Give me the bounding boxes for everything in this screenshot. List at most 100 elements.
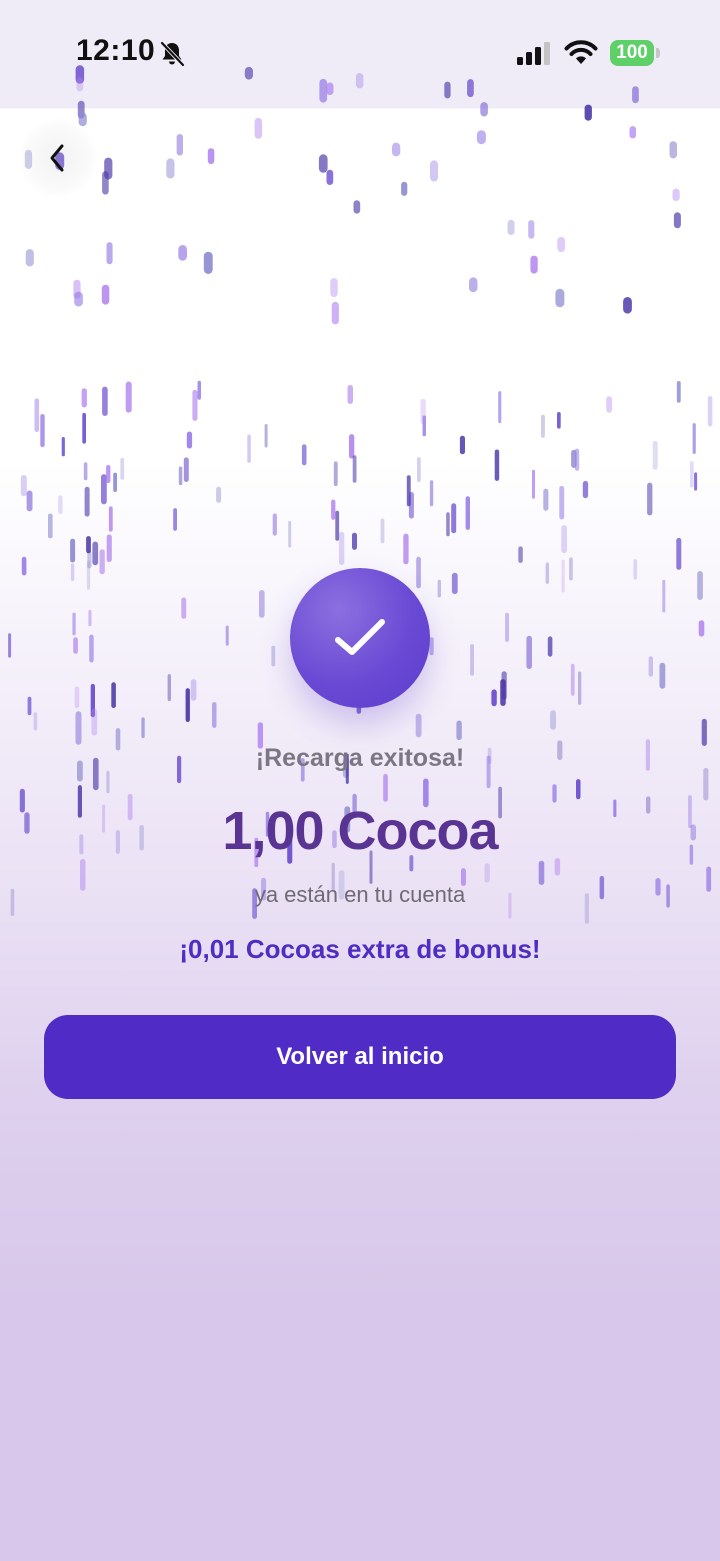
confetti-streak: [582, 480, 589, 499]
confetti-streak: [331, 301, 339, 325]
confetti-streak: [20, 475, 27, 497]
confetti-streak: [498, 391, 502, 424]
confetti-streak: [185, 688, 190, 722]
success-title: ¡Recarga exitosa!: [255, 744, 465, 772]
confetti-streak: [415, 713, 422, 738]
confetti-streak: [557, 236, 566, 253]
confetti-streak: [429, 480, 434, 507]
confetti-streak: [469, 277, 478, 293]
confetti-streak: [102, 171, 109, 195]
bell-slash-icon: [160, 41, 185, 67]
confetti-streak: [401, 181, 408, 196]
confetti-streak: [61, 437, 65, 457]
confetti-streak: [406, 475, 411, 507]
confetti-streak: [197, 380, 201, 400]
confetti-streak: [72, 612, 76, 636]
confetti-streak: [272, 513, 277, 536]
confetti-streak: [34, 398, 40, 433]
confetti-streak: [288, 520, 292, 548]
confetti-streak: [27, 696, 32, 716]
confetti-streak: [183, 457, 189, 482]
success-subtitle: ya están en tu cuenta: [254, 882, 466, 907]
back-button[interactable]: [18, 118, 98, 198]
confetti-streak: [420, 398, 426, 425]
confetti-streak: [383, 774, 388, 802]
confetti-streak: [48, 513, 53, 539]
confetti-streak: [417, 457, 421, 482]
confetti-streak: [550, 710, 556, 730]
recharge-amount: 1,00 Cocoa: [222, 801, 498, 861]
confetti-streak: [247, 434, 251, 463]
confetti-streak: [532, 469, 535, 499]
confetti-streak: [437, 579, 441, 598]
confetti-streak: [301, 444, 307, 466]
confetti-streak: [698, 620, 705, 637]
confetti-streak: [543, 488, 549, 511]
confetti-streak: [92, 541, 99, 566]
confetti-streak: [662, 579, 666, 613]
confetti-streak: [676, 381, 681, 403]
confetti-streak: [647, 482, 653, 516]
confetti-streak: [70, 538, 76, 563]
confetti-streak: [225, 625, 229, 646]
confetti-streak: [530, 255, 538, 274]
confetti-streak: [186, 431, 193, 449]
confetti-streak: [216, 486, 222, 503]
confetti-streak: [694, 472, 698, 491]
confetti-streak: [335, 510, 340, 541]
status-time: 12:10: [76, 34, 156, 67]
confetti-streak: [192, 389, 198, 421]
confetti-streak: [352, 455, 357, 483]
confetti-streak: [701, 718, 707, 746]
confetti-streak: [690, 461, 694, 488]
cellular-signal-icon: [517, 42, 550, 65]
confetti-streak: [40, 414, 45, 448]
confetti-streak: [347, 384, 353, 404]
confetti-streak: [692, 423, 696, 454]
confetti-streak: [101, 474, 107, 505]
confetti-streak: [330, 278, 338, 298]
confetti-streak: [505, 612, 509, 642]
confetti-streak: [559, 485, 565, 520]
confetti-streak: [353, 200, 361, 214]
confetti-streak: [73, 637, 78, 654]
confetti-streak: [91, 708, 98, 736]
confetti-streak: [203, 251, 213, 274]
confetti-streak: [178, 466, 183, 486]
confetti-streak: [181, 597, 187, 619]
confetti-streak: [676, 537, 682, 570]
confetti-streak: [470, 644, 474, 676]
confetti-streak: [451, 503, 457, 534]
confetti-streak: [70, 563, 75, 581]
confetti-streak: [557, 412, 561, 429]
confetti-streak: [672, 188, 680, 201]
battery-icon: 100: [610, 40, 654, 66]
back-to-home-button[interactable]: Volver al inicio: [44, 1015, 676, 1099]
chevron-left-icon: [50, 144, 64, 172]
confetti-streak: [476, 130, 486, 145]
confetti-streak: [259, 590, 265, 618]
confetti-streak: [331, 499, 336, 520]
confetti-streak: [8, 633, 12, 658]
confetti-streak: [207, 148, 215, 165]
confetti-streak: [108, 506, 113, 532]
confetti-streak: [74, 291, 83, 307]
confetti-streak: [392, 142, 401, 157]
confetti-streak: [106, 465, 111, 484]
confetti-streak: [102, 386, 108, 416]
confetti-streak: [545, 562, 549, 584]
confetti-streak: [673, 212, 681, 229]
confetti-streak: [82, 412, 86, 444]
confetti-streak: [623, 297, 632, 314]
confetti-streak: [113, 472, 117, 492]
confetti-streak: [561, 559, 565, 593]
success-check-badge: [290, 568, 430, 708]
confetti-streak: [264, 424, 268, 448]
confetti-streak: [652, 441, 658, 470]
confetti-streak: [561, 525, 567, 554]
confetti-streak: [254, 117, 263, 139]
wifi-icon: [564, 40, 598, 64]
confetti-streak: [541, 414, 545, 438]
confetti-streak: [507, 219, 515, 235]
confetti-streak: [500, 679, 506, 706]
